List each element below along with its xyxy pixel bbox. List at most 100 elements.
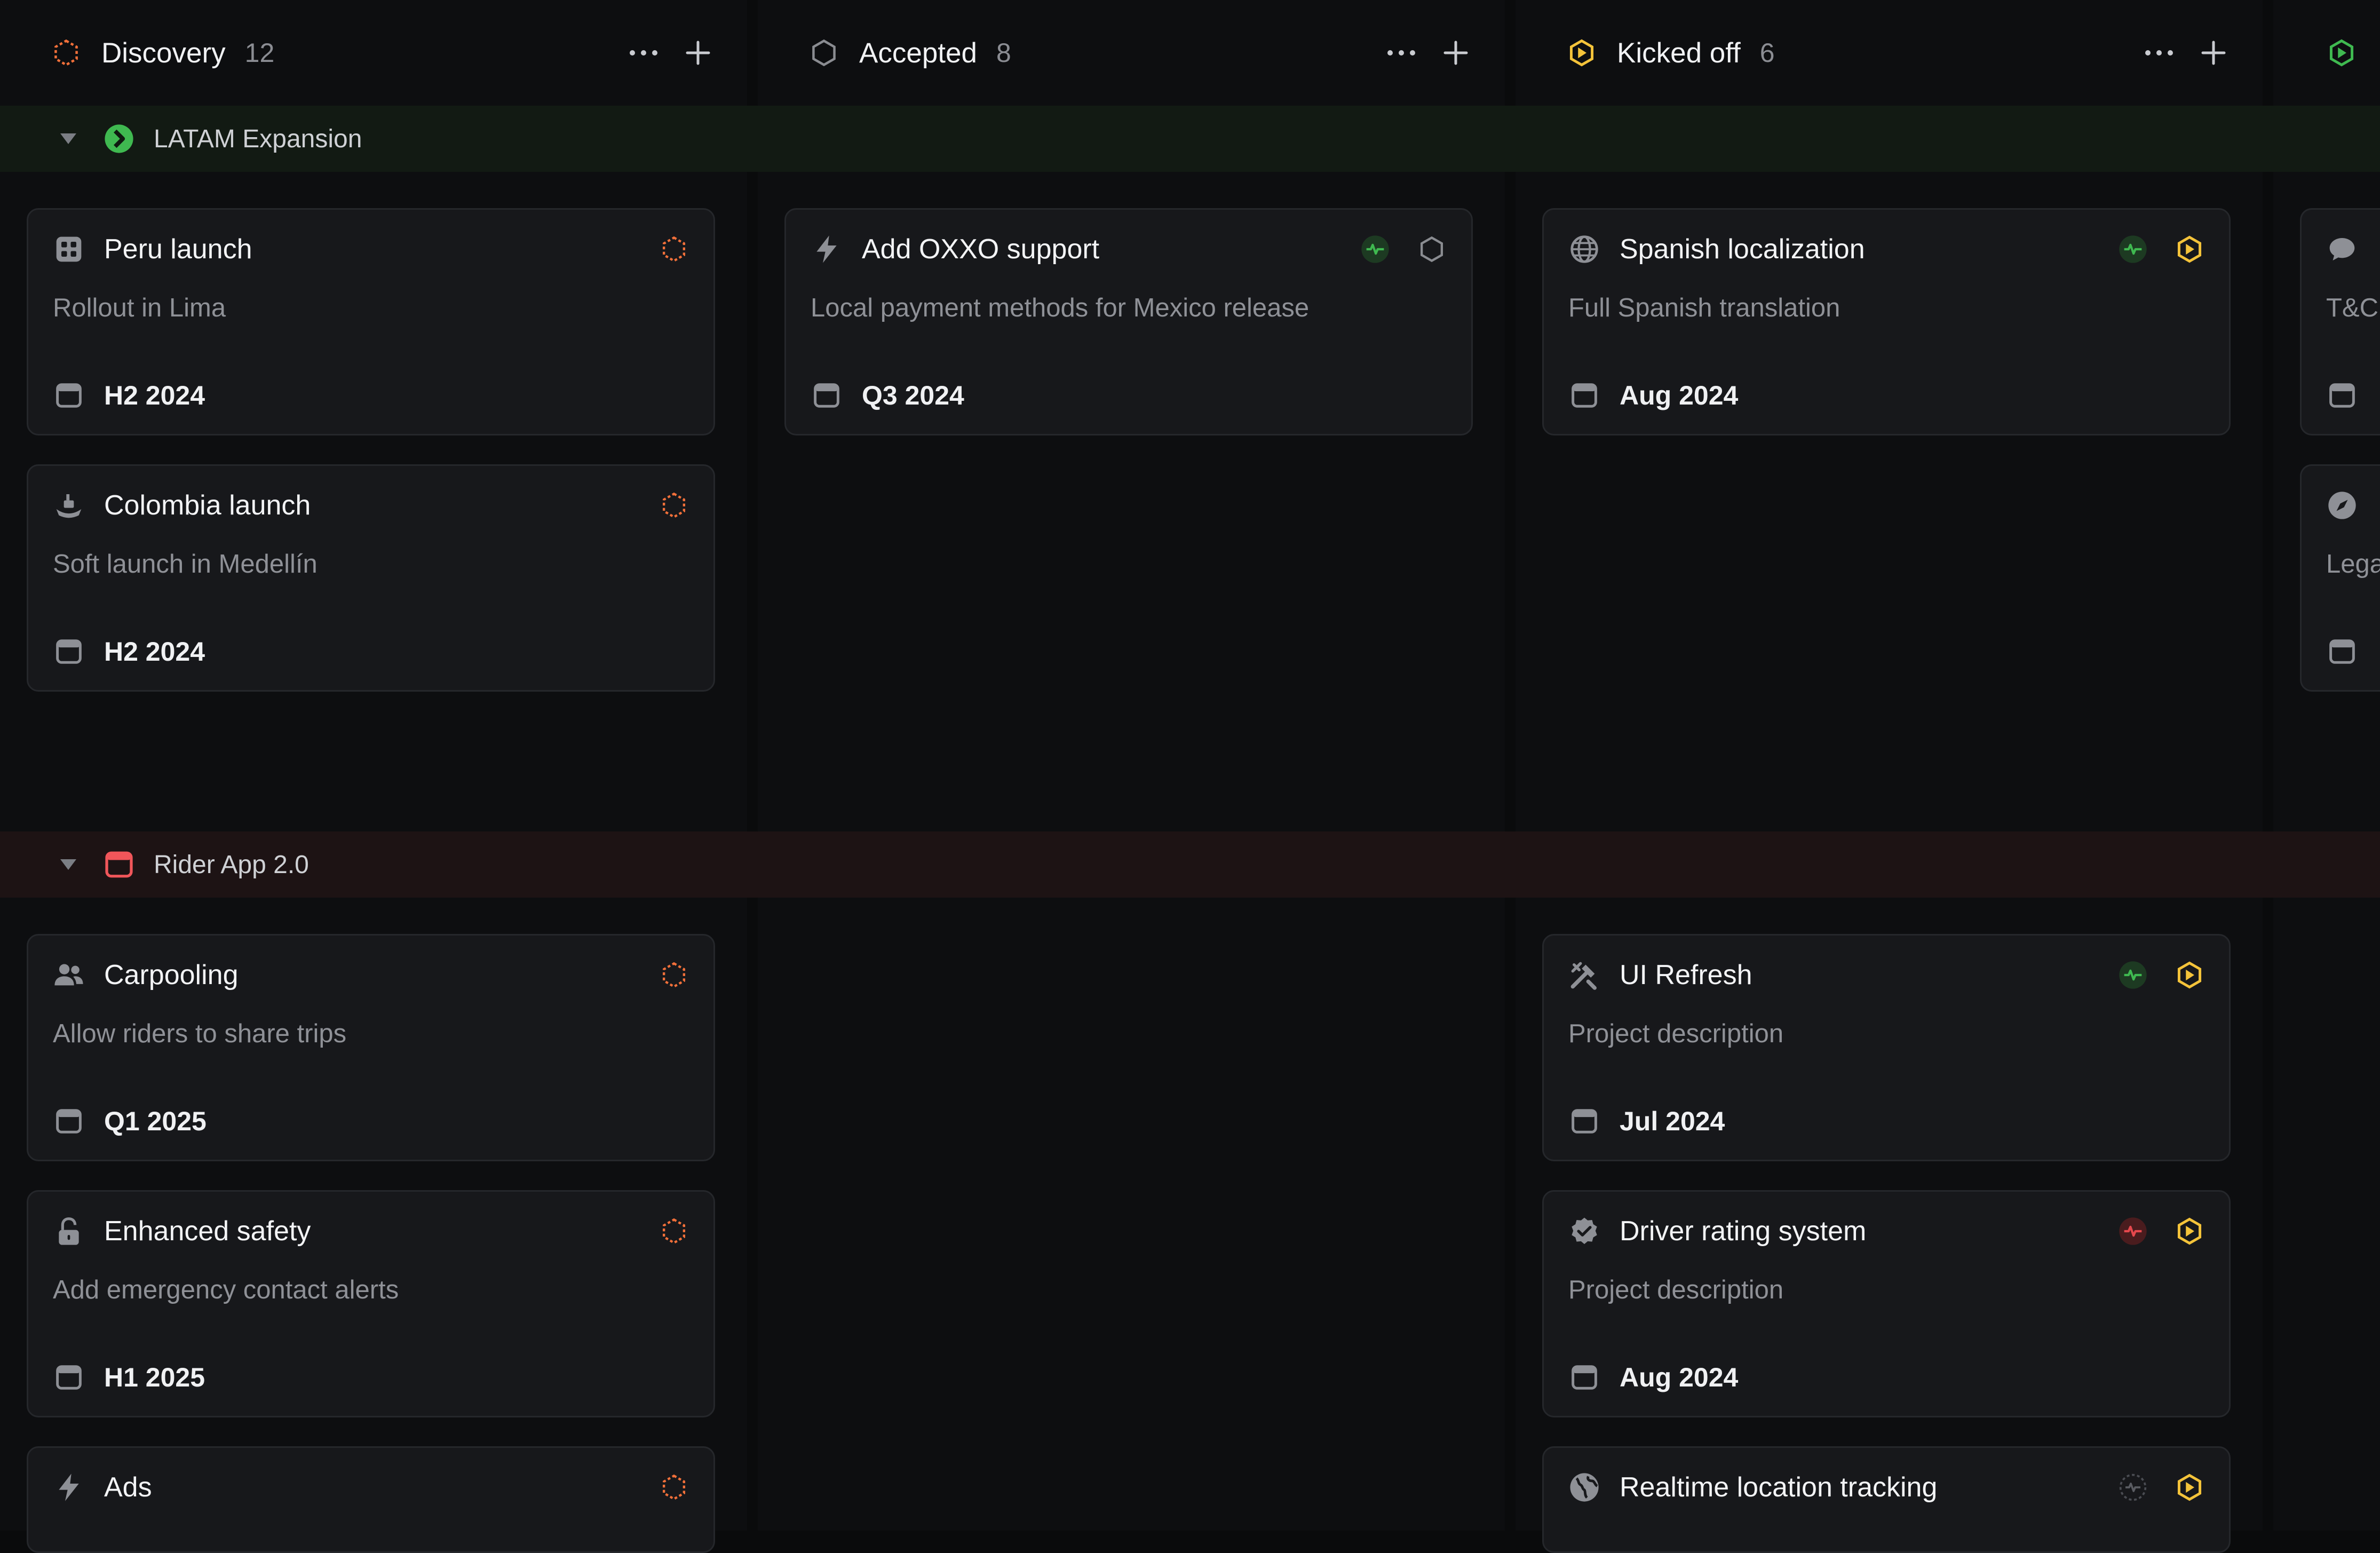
accepted-status-icon xyxy=(809,38,839,68)
discovery-status-icon[interactable] xyxy=(658,1471,690,1503)
target-date: H2 2024 xyxy=(104,637,205,667)
card-description: Add emergency contact alerts xyxy=(53,1275,399,1304)
calendar-icon xyxy=(811,379,843,411)
target-date: H1 2025 xyxy=(104,1362,205,1392)
card-title: Colombia launch xyxy=(104,490,311,521)
target-date: Q3 2024 xyxy=(862,381,964,410)
plus-icon[interactable] xyxy=(1440,37,1472,69)
kicked-off-status-icon[interactable] xyxy=(2173,1471,2206,1503)
column-actions-accepted xyxy=(1385,37,1472,69)
card-description: Full Spanish translation xyxy=(1568,294,1840,322)
project-card[interactable]: Driver rating system Project description… xyxy=(1542,1190,2231,1417)
column-title: Discovery xyxy=(101,37,226,69)
project-card[interactable]: T&C xyxy=(2300,208,2380,435)
discovery-status-icon xyxy=(51,38,81,68)
fourth-status-icon xyxy=(2327,38,2357,68)
card-title: Driver rating system xyxy=(1620,1216,1867,1247)
discovery-status-icon[interactable] xyxy=(658,489,690,521)
latam-group-icon xyxy=(104,123,134,154)
project-card[interactable]: Colombia launch Soft launch in Medellín … xyxy=(27,464,715,692)
health-off-track-icon[interactable] xyxy=(2117,1215,2149,1247)
column-count: 6 xyxy=(1759,38,1775,68)
column-header-kicked-off: Kicked off 6 xyxy=(1567,0,1775,106)
discovery-status-icon[interactable] xyxy=(658,959,690,991)
card-title: Peru launch xyxy=(104,234,252,265)
calendar-group-icon xyxy=(104,849,134,880)
project-card[interactable]: Ads xyxy=(27,1446,715,1553)
verified-icon xyxy=(1568,1215,1600,1247)
plus-icon[interactable] xyxy=(682,37,714,69)
project-card[interactable]: Lega xyxy=(2300,464,2380,692)
kicked-off-status-icon[interactable] xyxy=(2173,1215,2206,1247)
bolt-icon xyxy=(811,233,843,265)
card-description: Rollout in Lima xyxy=(53,294,226,322)
more-icon[interactable] xyxy=(628,37,660,69)
calendar-icon xyxy=(53,1105,85,1137)
project-card[interactable]: Realtime location tracking xyxy=(1542,1446,2231,1553)
card-description: Allow riders to share trips xyxy=(53,1019,347,1048)
project-card[interactable]: Carpooling Allow riders to share trips Q… xyxy=(27,934,715,1161)
health-on-track-icon[interactable] xyxy=(2117,233,2149,265)
kicked-off-status-icon[interactable] xyxy=(2173,959,2206,991)
card-description: Lega xyxy=(2326,550,2380,579)
calendar-icon xyxy=(2326,636,2358,668)
health-on-track-icon[interactable] xyxy=(1359,233,1391,265)
accepted-status-icon[interactable] xyxy=(1416,233,1448,265)
ship-icon xyxy=(53,489,85,521)
group-name: Rider App 2.0 xyxy=(154,850,309,879)
column-count: 8 xyxy=(996,38,1011,68)
card-title: Enhanced safety xyxy=(104,1216,311,1247)
card-title: Realtime location tracking xyxy=(1620,1472,1938,1503)
more-icon[interactable] xyxy=(1385,37,1417,69)
lock-icon xyxy=(53,1215,85,1247)
group-name: LATAM Expansion xyxy=(154,124,362,153)
chat-icon xyxy=(2326,233,2358,265)
health-on-track-icon[interactable] xyxy=(2117,959,2149,991)
target-date: H2 2024 xyxy=(104,381,205,410)
group-latam-expansion[interactable]: LATAM Expansion xyxy=(0,106,2380,172)
column-actions-discovery xyxy=(628,37,714,69)
users-icon xyxy=(53,959,85,991)
plus-icon[interactable] xyxy=(2197,37,2230,69)
kicked-off-status-icon xyxy=(1567,38,1597,68)
discovery-status-icon[interactable] xyxy=(658,1215,690,1247)
target-date: Aug 2024 xyxy=(1620,381,1739,410)
project-card[interactable]: Add OXXO support Local payment methods f… xyxy=(784,208,1473,435)
more-icon[interactable] xyxy=(2143,37,2175,69)
column-header-accepted: Accepted 8 xyxy=(809,0,1011,106)
column-header-discovery: Discovery 12 xyxy=(51,0,274,106)
calendar-icon xyxy=(53,636,85,668)
calendar-icon xyxy=(2326,379,2358,411)
card-title: Spanish localization xyxy=(1620,234,1865,265)
card-title: UI Refresh xyxy=(1620,960,1752,991)
card-title: Add OXXO support xyxy=(862,234,1100,265)
calendar-icon xyxy=(1568,1105,1600,1137)
chevron-down-icon[interactable] xyxy=(58,854,79,875)
chevron-down-icon[interactable] xyxy=(58,128,79,149)
card-title: Carpooling xyxy=(104,960,239,991)
target-date: Q1 2025 xyxy=(104,1106,207,1136)
column-title: Kicked off xyxy=(1617,37,1741,69)
group-rider-app[interactable]: Rider App 2.0 xyxy=(0,831,2380,898)
project-card[interactable]: Enhanced safety Add emergency contact al… xyxy=(27,1190,715,1417)
card-title: Ads xyxy=(104,1472,152,1503)
calendar-icon xyxy=(1568,1361,1600,1393)
bolt-icon xyxy=(53,1471,85,1503)
discovery-status-icon[interactable] xyxy=(658,233,690,265)
project-card[interactable]: Peru launch Rollout in Lima H2 2024 xyxy=(27,208,715,435)
project-card[interactable]: UI Refresh Project description Jul 2024 xyxy=(1542,934,2231,1161)
calendar-icon xyxy=(53,379,85,411)
column-count: 12 xyxy=(244,38,275,68)
target-date: Jul 2024 xyxy=(1620,1106,1725,1136)
project-card[interactable]: Spanish localization Full Spanish transl… xyxy=(1542,208,2231,435)
globe-icon xyxy=(1568,233,1600,265)
tools-icon xyxy=(1568,959,1600,991)
grid-icon xyxy=(53,233,85,265)
globe-filled-icon xyxy=(1568,1471,1600,1503)
card-description: Soft launch in Medellín xyxy=(53,550,318,579)
health-none-icon[interactable] xyxy=(2117,1471,2149,1503)
compass-icon xyxy=(2326,489,2358,521)
kicked-off-status-icon[interactable] xyxy=(2173,233,2206,265)
card-description: Local payment methods for Mexico release xyxy=(811,294,1310,322)
card-description: T&C xyxy=(2326,294,2378,322)
